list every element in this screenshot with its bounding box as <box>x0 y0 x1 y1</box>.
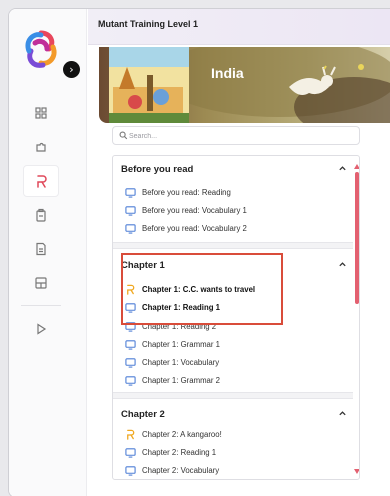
dashboard-icon <box>35 277 47 289</box>
story-icon <box>127 284 135 295</box>
monitor-icon <box>125 321 136 332</box>
section-divider <box>113 242 353 249</box>
document-icon <box>36 242 46 256</box>
lesson-item[interactable]: Chapter 1: C.C. wants to travel <box>125 281 353 297</box>
monitor-icon <box>125 223 136 234</box>
monitor-icon <box>125 339 136 350</box>
lesson-label: Chapter 1: C.C. wants to travel <box>142 284 256 294</box>
lesson-item[interactable]: Before you read: Vocabulary 1 <box>125 202 353 218</box>
rail-course[interactable] <box>23 165 59 197</box>
course-banner: India <box>99 47 390 123</box>
puzzle-icon <box>36 142 46 152</box>
lesson-item[interactable]: Chapter 1: Reading 2 <box>125 318 353 334</box>
monitor-icon <box>125 302 136 313</box>
lesson-item[interactable]: Chapter 1: Reading 1 <box>125 299 353 315</box>
section-header-before-you-read[interactable]: Before you read <box>113 156 353 182</box>
search-box <box>112 126 360 145</box>
lesson-label: Chapter 1: Grammar 1 <box>142 339 220 349</box>
rail-clipboard[interactable] <box>23 199 59 231</box>
app-window: › Mutant Training Level 1 India Search..… <box>8 8 390 496</box>
course-title: Mutant Training Level 1 <box>98 19 199 29</box>
section-header-chapter-2[interactable]: Chapter 2 <box>113 401 353 427</box>
lesson-item[interactable]: Before you read: Vocabulary 2 <box>125 220 353 236</box>
sidebar-collapse-button[interactable]: › <box>63 61 80 78</box>
lesson-item[interactable]: Chapter 2: A kangaroo! <box>125 426 353 442</box>
lesson-label: Chapter 2: Vocabulary <box>142 465 220 475</box>
top-header: Mutant Training Level 1 <box>88 9 390 45</box>
section-title: Before you read <box>121 164 194 175</box>
app-logo[interactable] <box>21 27 61 71</box>
monitor-icon <box>125 357 136 368</box>
play-icon <box>37 323 47 335</box>
rail-grid[interactable] <box>23 97 59 129</box>
lesson-item[interactable]: Chapter 1: Vocabulary <box>125 354 353 370</box>
chevron-up-icon <box>339 411 346 416</box>
section-divider <box>113 392 353 399</box>
chevron-up-icon <box>339 262 346 267</box>
list-scrollbar[interactable] <box>354 164 360 474</box>
lesson-list: Before you read Before you read: Reading… <box>112 155 360 480</box>
lesson-label: Chapter 1: Reading 2 <box>142 321 217 331</box>
section-header-chapter-1[interactable]: Chapter 1 <box>113 252 353 278</box>
scroll-down-arrow-icon[interactable] <box>354 469 360 474</box>
scroll-thumb[interactable] <box>355 172 359 304</box>
chevron-up-icon <box>339 166 346 171</box>
lesson-label: Chapter 1: Vocabulary <box>142 357 220 367</box>
lesson-item[interactable]: Chapter 1: Grammar 1 <box>125 336 353 352</box>
lesson-label: Before you read: Reading <box>142 187 231 197</box>
search-icon <box>119 131 128 140</box>
lesson-label: Before you read: Vocabulary 1 <box>142 205 247 215</box>
rail-dashboard[interactable] <box>23 267 59 299</box>
lesson-item[interactable]: Chapter 2: Reading 1 <box>125 444 353 460</box>
monitor-icon <box>125 465 136 476</box>
lesson-label: Chapter 1: Grammar 2 <box>142 375 220 385</box>
course-icon <box>37 175 47 188</box>
rail-play[interactable] <box>23 313 59 345</box>
lesson-label: Chapter 1: Reading 1 <box>142 302 220 312</box>
monitor-icon <box>125 205 136 216</box>
section-title: Chapter 2 <box>121 409 165 420</box>
clipboard-icon <box>36 208 46 222</box>
lesson-label: Chapter 2: Reading 1 <box>142 447 217 457</box>
lesson-item[interactable]: Before you read: Reading <box>125 184 353 200</box>
monitor-icon <box>125 375 136 386</box>
search-input[interactable] <box>129 129 349 143</box>
monitor-icon <box>125 187 136 198</box>
lesson-label: Chapter 2: A kangaroo! <box>142 429 222 439</box>
lesson-item[interactable]: Chapter 1: Grammar 2 <box>125 372 353 388</box>
rail-divider <box>21 305 61 306</box>
left-sidebar: › <box>9 9 87 496</box>
banner-illustration <box>99 47 390 123</box>
scroll-up-arrow-icon[interactable] <box>354 164 360 169</box>
rail-document[interactable] <box>23 233 59 265</box>
grid-icon <box>35 107 47 119</box>
banner-title: India <box>211 65 244 81</box>
lesson-item[interactable]: Chapter 2: Vocabulary <box>125 462 353 478</box>
lesson-label: Before you read: Vocabulary 2 <box>142 223 247 233</box>
story-icon <box>127 429 135 440</box>
section-title: Chapter 1 <box>121 260 165 271</box>
monitor-icon <box>125 447 136 458</box>
rail-puzzle[interactable] <box>23 131 59 163</box>
